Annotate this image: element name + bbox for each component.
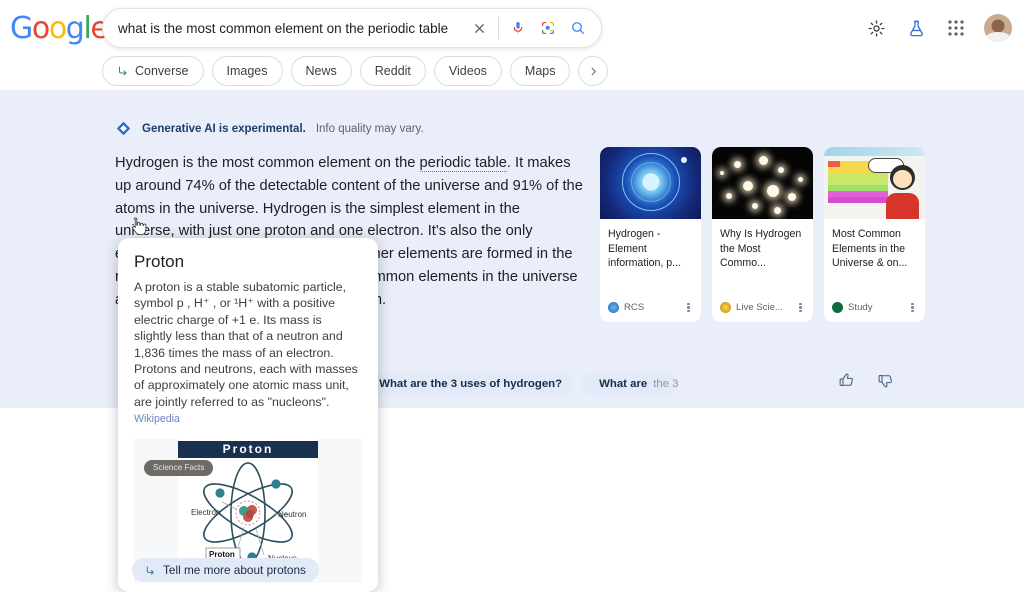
header-actions [864, 14, 1012, 42]
source-card[interactable]: Why Is Hydrogen the Most Commo... Live S… [712, 147, 813, 322]
search-icon[interactable] [563, 13, 593, 43]
logo-letter: o [31, 11, 50, 46]
microphone-icon[interactable] [503, 13, 533, 43]
search-bar[interactable] [102, 8, 602, 48]
site-favicon-icon [608, 302, 619, 313]
source-card-footer: RCS [600, 302, 701, 322]
tooltip-source-link[interactable]: Wikipedia [134, 413, 180, 425]
diagram-banner-title: Proton [178, 440, 318, 458]
tooltip-title: Proton [134, 252, 185, 271]
apps-grid-icon[interactable] [944, 16, 968, 40]
thumbs-down-icon[interactable] [877, 372, 894, 389]
tooltip-body-text: A proton is a stable subatomic particle,… [134, 280, 358, 409]
filter-chip-label: Videos [448, 64, 487, 78]
source-card-title: Why Is Hydrogen the Most Commo... [720, 228, 802, 270]
followup-chip-label-faded: the 3 m [653, 378, 679, 390]
close-icon[interactable] [464, 13, 494, 43]
labs-flask-icon[interactable] [904, 16, 928, 40]
tooltip-body: A proton is a stable subatomic particle,… [134, 279, 362, 428]
logo-letter: g [65, 11, 85, 46]
source-card-footer: Study [824, 302, 925, 322]
source-card[interactable]: Hydrogen - Element information, p... RCS [600, 147, 701, 322]
feedback-controls [838, 372, 894, 389]
followup-chip[interactable]: What are the 3 uses of hydrogen? [351, 373, 574, 395]
source-card-title: Hydrogen - Element information, p... [608, 228, 682, 270]
filter-chip-images[interactable]: Images [211, 56, 283, 86]
chevron-right-icon [591, 67, 596, 75]
filter-chip-videos[interactable]: Videos [433, 56, 502, 86]
logo-letter: G [10, 11, 33, 46]
diagram-label-electron: Electron [191, 508, 220, 517]
source-card-site: Study [848, 302, 873, 313]
source-card-footer: Live Scie... [712, 302, 813, 322]
source-card-title: Most Common Elements in the Universe & o… [832, 228, 908, 270]
filter-chip-maps[interactable]: Maps [509, 56, 571, 86]
more-options-icon[interactable] [907, 302, 918, 313]
search-header: Google what is the most common element o… [0, 0, 1024, 90]
more-filters-button[interactable] [578, 56, 609, 86]
avatar-face [991, 19, 1005, 33]
diagram-label-neutron: Neutron [278, 510, 306, 519]
site-favicon-icon [832, 302, 843, 313]
generative-ai-disclaimer: Generative AI is experimental. Info qual… [115, 120, 424, 137]
filter-chip-news[interactable]: News [290, 56, 352, 86]
converse-arrow-icon [119, 66, 127, 76]
followup-chip[interactable]: What are the 3 m [582, 373, 679, 395]
hydrogen-atom-render-thumbnail [600, 147, 701, 219]
tell-me-more-button[interactable]: Tell me more about protons [132, 558, 319, 582]
galaxy-photo-thumbnail [712, 147, 813, 219]
avatar[interactable] [984, 14, 1012, 42]
generative-ai-diamond-icon [116, 121, 131, 136]
followup-chip-label: What are the 3 uses of hydrogen? [379, 378, 563, 390]
search-input[interactable] [118, 20, 464, 36]
filter-chip-label: News [305, 64, 337, 78]
thumbs-up-icon[interactable] [838, 372, 855, 389]
filter-chip-reddit[interactable]: Reddit [359, 56, 426, 86]
avatar-body [985, 32, 1011, 42]
filter-chip-label: Converse [135, 64, 189, 78]
science-facts-badge: Science Facts [144, 459, 214, 476]
proton-definition-tooltip: Proton A proton is a stable subatomic pa… [118, 238, 378, 592]
filter-chip-label: Images [226, 64, 268, 78]
disclaimer-rest: Info quality may vary. [315, 122, 424, 135]
gear-icon[interactable] [864, 16, 888, 40]
more-options-icon[interactable] [795, 302, 806, 313]
source-card[interactable]: Most Common Elements in the Universe & o… [824, 147, 925, 322]
google-lens-icon[interactable] [533, 13, 563, 43]
filter-chip-converse[interactable]: Converse [102, 56, 204, 86]
converse-arrow-icon [146, 565, 154, 575]
source-card-site: RCS [624, 302, 645, 313]
filter-chip-label: Reddit [374, 64, 411, 78]
logo-letter: o [48, 11, 67, 46]
ai-source-card-list: Hydrogen - Element information, p... RCS [600, 147, 925, 322]
more-options-icon[interactable] [683, 302, 694, 313]
search-divider [498, 17, 499, 39]
periodic-table-cartoon-thumbnail [824, 147, 925, 219]
google-logo[interactable]: Google [10, 11, 109, 46]
answer-segment: Hydrogen is the most common element on t… [115, 155, 420, 171]
source-card-site: Live Scie... [736, 302, 783, 313]
site-favicon-icon [720, 302, 731, 313]
filter-chip-label: Maps [524, 64, 556, 78]
disclaimer-bold: Generative AI is experimental. [142, 122, 306, 135]
browser-viewport: Google what is the most common element o… [0, 0, 1024, 592]
tell-me-more-label: Tell me more about protons [163, 563, 306, 577]
followup-chip-label: What are [599, 378, 648, 390]
filter-chip-row: Converse Images News Reddit Videos Maps [102, 56, 609, 86]
answer-link-periodic-table[interactable]: periodic table [419, 155, 507, 172]
